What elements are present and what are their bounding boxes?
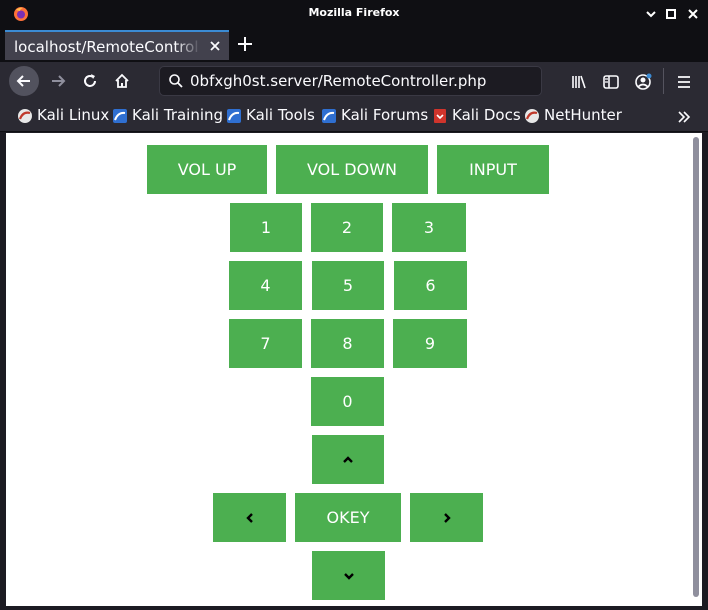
url-bar[interactable]: 0bfxgh0st.server/RemoteController.php (159, 66, 542, 96)
tab-title-fade (175, 36, 201, 58)
close-window-icon[interactable] (686, 6, 700, 20)
back-button[interactable] (9, 66, 39, 96)
bookmarks-toolbar: Kali Linux Kali Training Kali Tools Kali… (0, 100, 708, 132)
digit-6-button[interactable]: 6 (394, 261, 467, 310)
chevron-down-icon (343, 572, 354, 580)
tab-close-icon[interactable] (209, 40, 221, 52)
arrow-right-icon (52, 75, 66, 87)
chevron-up-icon (343, 455, 353, 463)
kali-icon (18, 109, 32, 123)
minimize-icon[interactable] (644, 6, 658, 20)
home-icon (115, 73, 129, 88)
chevron-left-icon (245, 512, 253, 523)
okey-button[interactable]: OKEY (295, 493, 401, 542)
reload-button[interactable] (75, 66, 105, 96)
kali-tools-icon (227, 109, 241, 123)
vol-up-button[interactable]: VOL UP (147, 145, 267, 194)
tab-active[interactable]: localhost/RemoteController.php (5, 30, 229, 60)
up-button[interactable] (312, 435, 384, 484)
digit-7-button[interactable]: 7 (229, 319, 302, 368)
sidebar-icon[interactable] (602, 73, 620, 91)
scrollbar-thumb[interactable] (693, 137, 699, 597)
kali-docs-icon (434, 109, 446, 123)
page-content: VOL UP VOL DOWN INPUT 1 2 3 4 5 6 7 8 9 … (6, 133, 690, 606)
digit-0-button[interactable]: 0 (311, 377, 384, 426)
forward-button[interactable] (43, 66, 73, 96)
down-button[interactable] (312, 551, 385, 600)
browser-window: Mozilla Firefox localhost/RemoteControll… (0, 0, 708, 610)
tab-title: localhost/RemoteController.php (14, 38, 199, 56)
arrow-left-icon (16, 75, 30, 87)
vertical-scrollbar[interactable] (690, 133, 702, 606)
digit-2-button[interactable]: 2 (311, 203, 383, 252)
reload-icon (84, 74, 96, 87)
new-tab-icon[interactable] (237, 36, 253, 52)
window-frame-right (702, 133, 708, 610)
digit-4-button[interactable]: 4 (229, 261, 302, 310)
library-icon[interactable] (570, 73, 588, 91)
chevron-double-right-icon[interactable] (676, 109, 692, 125)
nethunter-icon (525, 109, 539, 123)
left-button[interactable] (213, 493, 286, 542)
title-bar: Mozilla Firefox (0, 0, 708, 28)
tab-strip: localhost/RemoteController.php (0, 28, 708, 62)
right-button[interactable] (410, 493, 483, 542)
toolbar-separator (663, 68, 664, 94)
vol-down-button[interactable]: VOL DOWN (276, 145, 428, 194)
kali-training-icon (113, 109, 127, 123)
digit-5-button[interactable]: 5 (312, 261, 384, 310)
digit-9-button[interactable]: 9 (393, 319, 467, 368)
digit-8-button[interactable]: 8 (311, 319, 384, 368)
search-icon (169, 74, 183, 88)
chevron-right-icon (443, 512, 451, 523)
window-frame-bottom (0, 606, 708, 610)
digit-3-button[interactable]: 3 (392, 203, 466, 252)
menu-icon[interactable] (675, 73, 693, 91)
digit-1-button[interactable]: 1 (230, 203, 302, 252)
account-icon[interactable] (634, 73, 652, 91)
kali-forums-icon (322, 109, 336, 123)
input-button[interactable]: INPUT (437, 145, 549, 194)
navigation-bar: 0bfxgh0st.server/RemoteController.php (0, 62, 708, 100)
home-button[interactable] (107, 66, 137, 96)
window-title: Mozilla Firefox (308, 6, 400, 19)
maximize-icon[interactable] (664, 6, 678, 20)
url-text: 0bfxgh0st.server/RemoteController.php (190, 72, 487, 90)
